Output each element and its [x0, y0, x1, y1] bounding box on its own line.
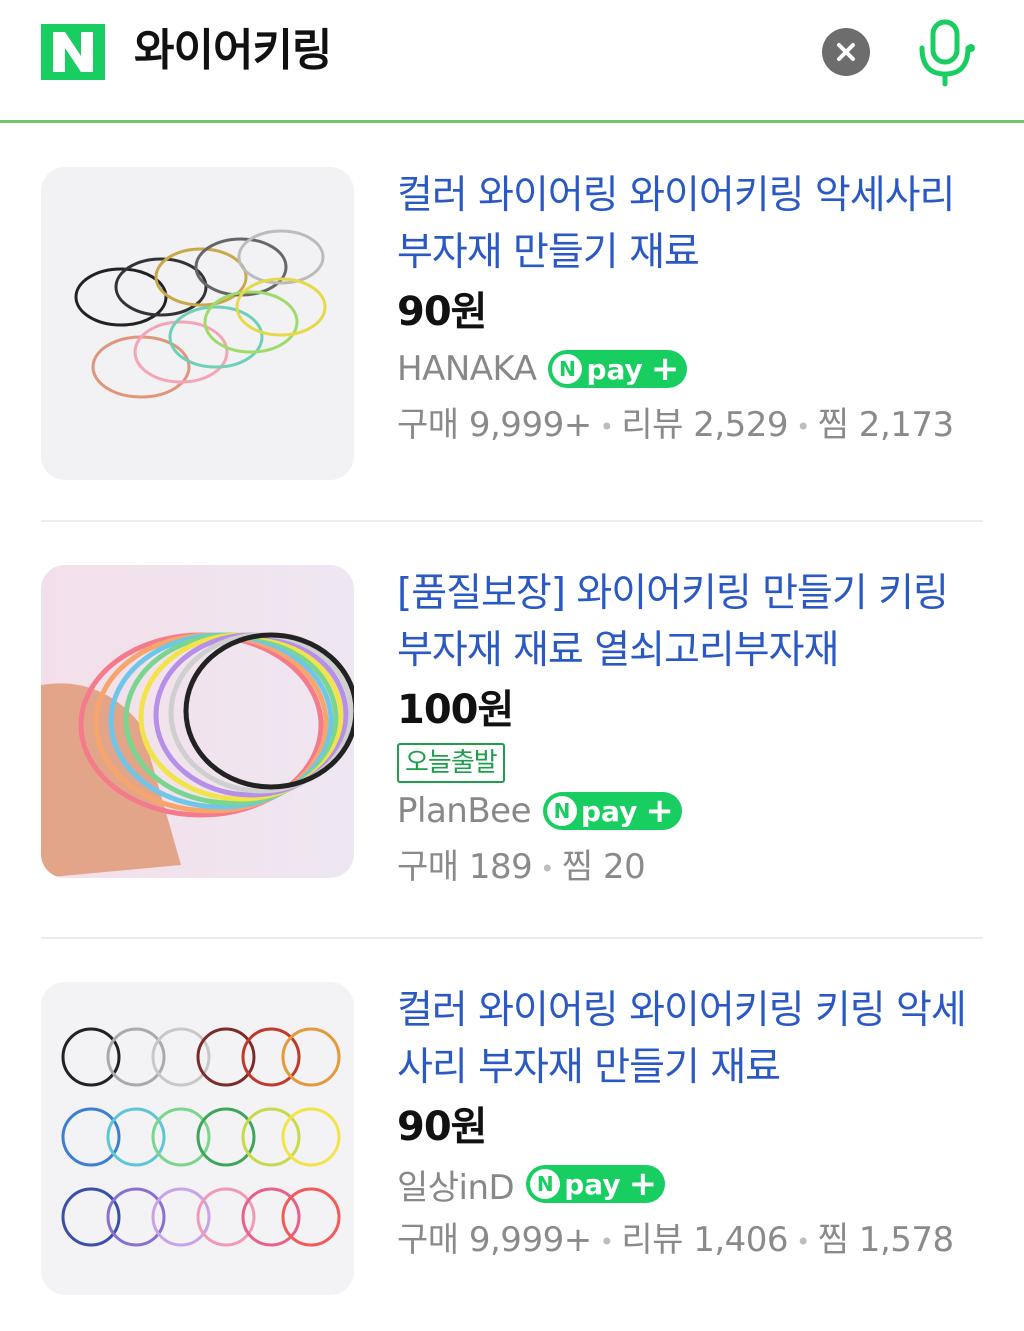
clear-search-button[interactable] [822, 28, 870, 76]
wishlist-count: 찜 20 [561, 847, 646, 887]
separator-dot: • [796, 1227, 810, 1256]
separator-dot: • [599, 412, 614, 441]
purchase-count: 구매 9,999+ [397, 1220, 592, 1260]
divider [41, 937, 983, 939]
wishlist-count: 찜 1,578 [817, 1220, 954, 1260]
search-input[interactable]: 와이어키링 [134, 22, 332, 80]
npay-n-icon: N [547, 796, 577, 826]
npay-plus-badge: N pay + [543, 792, 682, 830]
plus-icon: + [650, 349, 680, 389]
wishlist-count: 찜 2,173 [817, 405, 954, 445]
npay-plus-badge: N pay + [526, 1164, 666, 1204]
seller-name[interactable]: 일상inD [397, 1160, 515, 1209]
microphone-icon [919, 19, 975, 87]
purchase-count: 구매 9,999+ [397, 405, 592, 445]
same-day-shipping-badge: 오늘출발 [397, 743, 505, 783]
seller-name[interactable]: HANAKA [397, 349, 537, 389]
separator-dot: • [599, 1227, 614, 1256]
divider [41, 520, 983, 522]
product-image[interactable] [41, 167, 354, 480]
separator-dot: • [540, 854, 554, 883]
product-stats: 구매 189 • 찜 20 [397, 839, 977, 897]
purchase-count: 구매 189 [397, 847, 533, 887]
review-count[interactable]: 리뷰 2,529 [621, 405, 788, 445]
plus-icon: + [628, 1164, 658, 1204]
product-price: 100원 [397, 687, 514, 733]
product-price: 90원 [397, 289, 487, 335]
separator-dot: • [796, 412, 810, 441]
product-stats: 구매 9,999+ • 리뷰 2,529 • 찜 2,173 [397, 397, 977, 455]
close-icon [837, 43, 855, 61]
product-title[interactable]: 컬러 와이어링 와이어키링 키링 악세사리 부자재 만들기 재료 [397, 982, 977, 1096]
plus-icon: + [645, 791, 674, 831]
product-title[interactable]: 컬러 와이어링 와이어키링 악세사리 부자재 만들기 재료 [397, 167, 977, 281]
product-stats: 구매 9,999+ • 리뷰 1,406 • 찜 1,578 [397, 1212, 977, 1270]
product-image[interactable] [41, 565, 354, 878]
npay-plus-badge: N pay + [548, 349, 688, 389]
product-price: 90원 [397, 1104, 487, 1150]
naver-logo-icon[interactable] [41, 24, 105, 80]
seller-name[interactable]: PlanBee [397, 791, 532, 831]
product-image[interactable] [41, 982, 354, 1295]
search-bar: 와이어키링 [0, 0, 1024, 123]
review-count[interactable]: 리뷰 1,406 [621, 1220, 788, 1260]
npay-n-icon: N [552, 354, 583, 384]
product-title[interactable]: [품질보장] 와이어키링 만들기 키링 부자재 재료 열쇠고리부자재 [397, 565, 977, 679]
npay-n-icon: N [530, 1169, 561, 1199]
voice-search-button[interactable] [914, 18, 976, 88]
